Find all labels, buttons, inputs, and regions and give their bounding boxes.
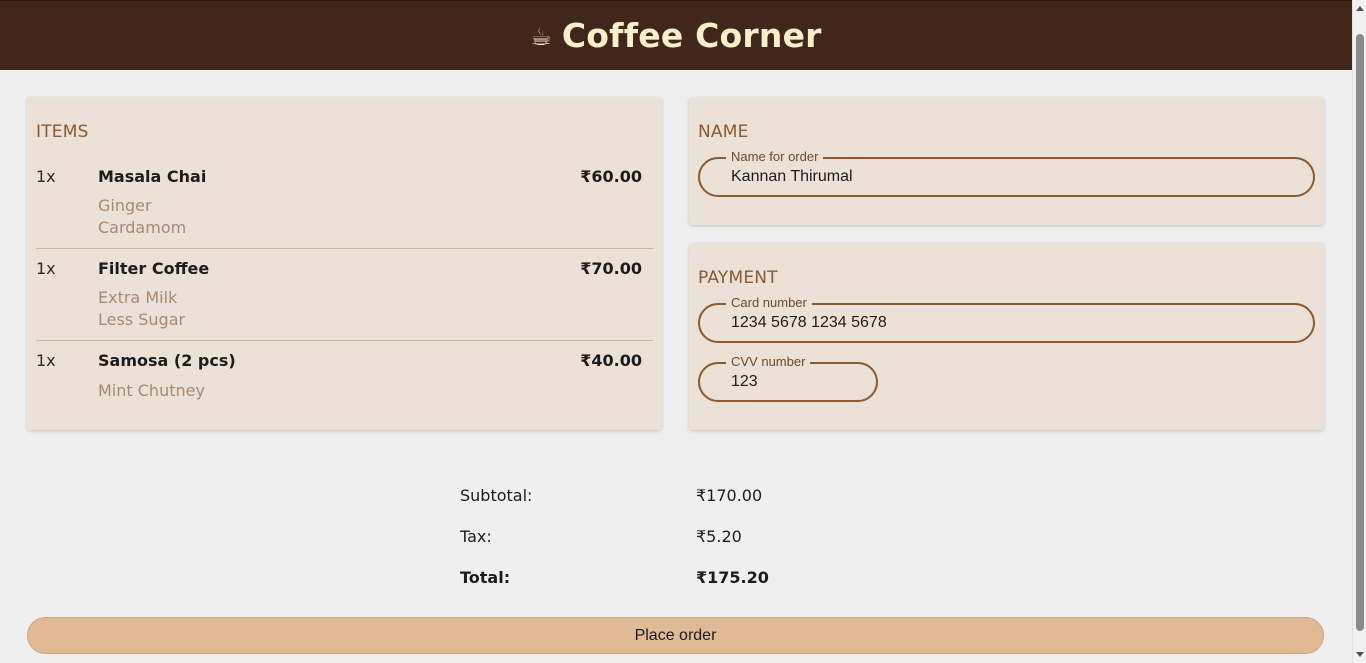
item-quantity: 1x xyxy=(36,259,56,278)
item-option: Ginger xyxy=(98,196,152,215)
item-price: ₹60.00 xyxy=(580,167,642,186)
coffee-cup-icon: ☕︎ xyxy=(530,22,552,51)
item-name: Masala Chai xyxy=(98,167,207,186)
cvv-label: CVV number xyxy=(726,354,811,369)
name-section-label: NAME xyxy=(698,122,749,142)
item-divider xyxy=(36,340,653,341)
item-divider xyxy=(36,248,653,249)
items-card: ITEMS 1x Masala Chai ₹60.00 Ginger Carda… xyxy=(27,97,662,430)
place-order-button[interactable]: Place order xyxy=(27,617,1324,654)
subtotal-row: Subtotal: ₹170.00 xyxy=(460,486,860,506)
card-number-field[interactable]: Card number 1234 5678 1234 5678 xyxy=(698,295,1315,343)
name-card: NAME Name for order Kannan Thirumal xyxy=(689,97,1324,225)
item-name: Filter Coffee xyxy=(98,259,210,278)
item-price: ₹70.00 xyxy=(580,259,642,278)
subtotal-value: ₹170.00 xyxy=(696,486,763,505)
name-field[interactable]: Name for order Kannan Thirumal xyxy=(698,149,1315,197)
page-scrollbar[interactable] xyxy=(1352,0,1366,663)
subtotal-label: Subtotal: xyxy=(460,486,533,505)
item-option: Extra Milk xyxy=(98,288,178,307)
name-field-value[interactable]: Kannan Thirumal xyxy=(731,168,853,186)
item-price: ₹40.00 xyxy=(580,351,642,370)
total-value: ₹175.20 xyxy=(696,568,769,587)
item-option: Less Sugar xyxy=(98,310,186,329)
scrollbar-thumb[interactable] xyxy=(1356,34,1364,631)
items-section-label: ITEMS xyxy=(36,122,89,142)
item-quantity: 1x xyxy=(36,351,56,370)
tax-label: Tax: xyxy=(460,527,492,546)
payment-card: PAYMENT Card number 1234 5678 1234 5678 … xyxy=(689,243,1324,430)
app-title: Coffee Corner xyxy=(561,16,822,55)
scroll-down-icon[interactable] xyxy=(1356,652,1364,657)
total-label: Total: xyxy=(460,568,511,587)
tax-row: Tax: ₹5.20 xyxy=(460,527,860,547)
card-number-label: Card number xyxy=(726,295,812,310)
tax-value: ₹5.20 xyxy=(696,527,742,546)
cvv-value[interactable]: 123 xyxy=(731,373,758,391)
name-field-label: Name for order xyxy=(726,149,824,164)
item-quantity: 1x xyxy=(36,167,56,186)
scroll-up-icon[interactable] xyxy=(1356,6,1364,11)
total-row: Total: ₹175.20 xyxy=(460,568,860,588)
app-header: ☕︎ Coffee Corner xyxy=(0,0,1352,70)
cvv-field[interactable]: CVV number 123 xyxy=(698,354,878,402)
item-option: Mint Chutney xyxy=(98,381,205,400)
item-option: Cardamom xyxy=(98,218,187,237)
card-number-value[interactable]: 1234 5678 1234 5678 xyxy=(731,314,887,332)
payment-section-label: PAYMENT xyxy=(698,268,778,288)
item-name: Samosa (2 pcs) xyxy=(98,351,236,370)
